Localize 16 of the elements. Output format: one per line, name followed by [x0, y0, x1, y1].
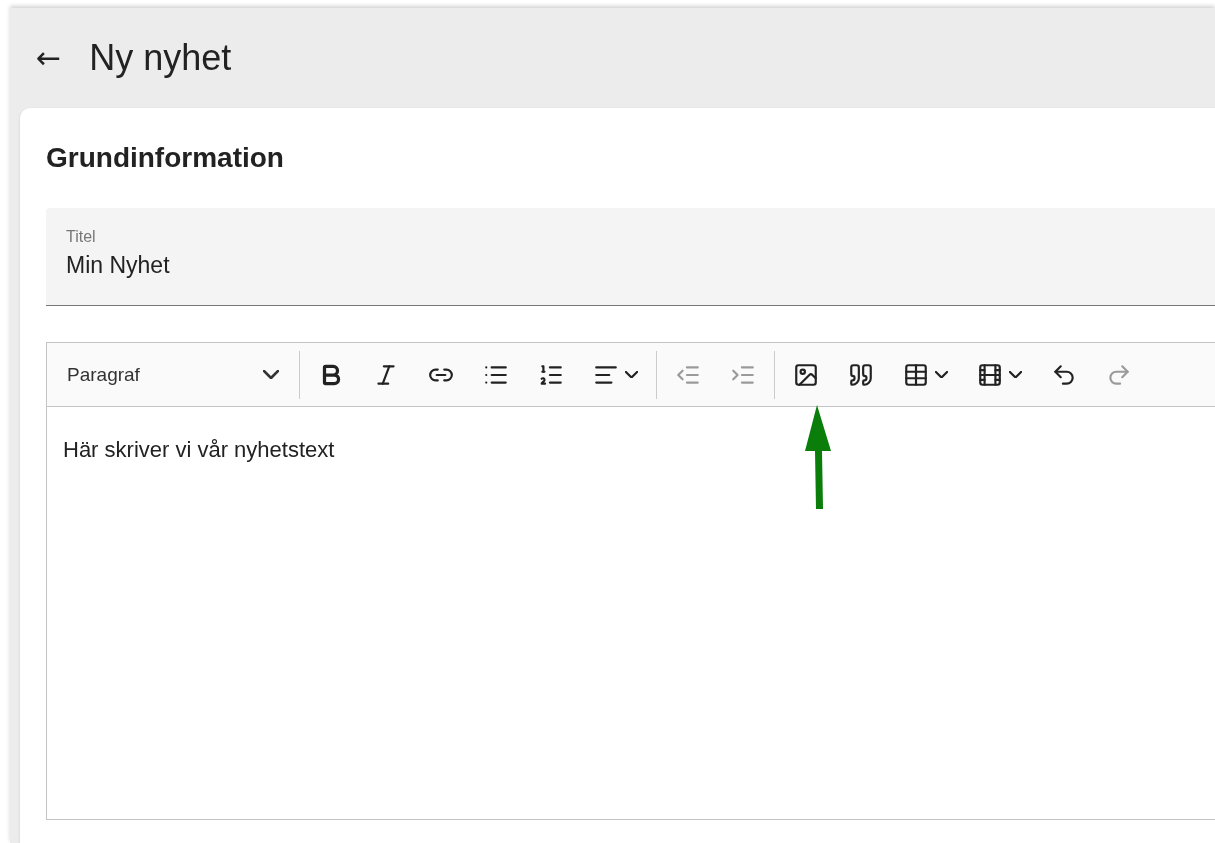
- chevron-down-icon: [1009, 370, 1022, 379]
- chevron-down-icon: [263, 369, 279, 380]
- section-heading: Grundinformation: [46, 142, 285, 174]
- film-icon: [977, 361, 1003, 388]
- quote-icon: [848, 361, 874, 388]
- format-select[interactable]: Paragraf: [55, 352, 291, 397]
- table-icon: [903, 361, 929, 388]
- image-icon: [793, 361, 819, 388]
- chevron-down-icon: [625, 370, 638, 379]
- page-title: Ny nyhet: [89, 37, 232, 79]
- field-label: Titel: [66, 228, 97, 246]
- chevron-down-icon: [935, 370, 948, 379]
- field-value: Min Nyhet: [66, 252, 170, 279]
- editor-text: Här skriver vi vår nyhetstext: [63, 437, 335, 462]
- title-field[interactable]: Titel Min Nyhet: [46, 208, 1215, 306]
- back-button[interactable]: ←: [36, 43, 62, 73]
